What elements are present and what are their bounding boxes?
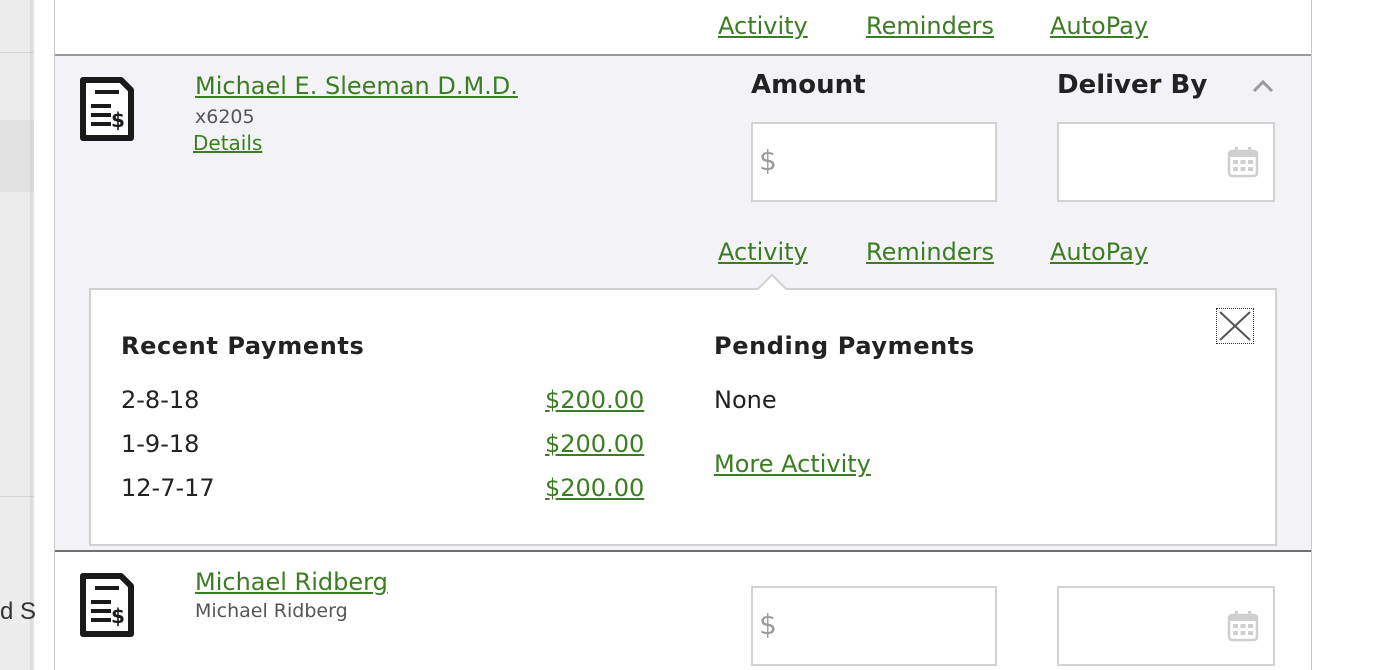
payees-list: Activity Reminders AutoPay $ Michael E. …	[54, 0, 1312, 670]
amount-field[interactable]: $	[751, 586, 997, 666]
payment-amount-link[interactable]: $200.00	[545, 474, 644, 502]
amount-input[interactable]	[787, 598, 987, 654]
reminders-link[interactable]: Reminders	[866, 12, 994, 40]
svg-text:$: $	[111, 108, 125, 132]
recent-payments-title: Recent Payments	[121, 332, 365, 360]
dollar-sign: $	[759, 144, 777, 177]
close-icon	[1219, 311, 1251, 341]
reminders-tab[interactable]: Reminders	[866, 238, 994, 266]
activity-panel: Recent Payments 2-8-18 $200.00 1-9-18 $2…	[89, 273, 1277, 546]
payment-date: 12-7-17	[121, 474, 215, 502]
payment-amount-link[interactable]: $200.00	[545, 430, 644, 458]
pending-none-text: None	[714, 386, 777, 414]
payment-date: 2-8-18	[121, 386, 200, 414]
more-activity-link[interactable]: More Activity	[714, 450, 871, 478]
bill-icon: $	[80, 573, 134, 637]
payee-account-number: x6205	[195, 106, 255, 128]
bill-icon: $	[80, 77, 134, 141]
deliver-by-field[interactable]	[1057, 586, 1275, 666]
amount-field[interactable]: $	[751, 122, 997, 202]
payee-name-link[interactable]: Michael Ridberg	[195, 568, 388, 596]
dollar-sign: $	[759, 608, 777, 641]
close-button[interactable]	[1216, 308, 1254, 344]
activity-tab[interactable]: Activity	[718, 238, 808, 266]
details-link[interactable]: Details	[193, 131, 262, 155]
deliver-by-input[interactable]	[1067, 134, 1217, 190]
payment-date: 1-9-18	[121, 430, 200, 458]
svg-text:$: $	[111, 604, 125, 628]
payee-name-link[interactable]: Michael E. Sleeman D.M.D.	[195, 72, 518, 100]
calendar-icon[interactable]	[1227, 146, 1259, 178]
autopay-link[interactable]: AutoPay	[1050, 12, 1148, 40]
background-page: d S	[0, 0, 36, 670]
background-divider	[0, 52, 34, 53]
payee-subtitle: Michael Ridberg	[195, 600, 348, 622]
amount-input[interactable]	[787, 134, 987, 190]
background-row-band	[0, 120, 34, 192]
popover-pointer	[756, 273, 788, 305]
deliver-by-header: Deliver By	[1057, 70, 1208, 100]
calendar-icon[interactable]	[1227, 610, 1259, 642]
chevron-up-icon[interactable]	[1251, 78, 1275, 94]
background-divider	[0, 496, 34, 497]
deliver-by-input[interactable]	[1067, 598, 1217, 654]
activity-link[interactable]: Activity	[718, 12, 808, 40]
deliver-by-field[interactable]	[1057, 122, 1275, 202]
autopay-tab[interactable]: AutoPay	[1050, 238, 1148, 266]
payees-panel: Activity Reminders AutoPay $ Michael E. …	[36, 0, 1390, 670]
payee-row-expanded: $ Michael E. Sleeman D.M.D. x6205 Detail…	[55, 54, 1311, 552]
amount-header: Amount	[751, 70, 866, 100]
pending-payments-title: Pending Payments	[714, 332, 975, 360]
payment-amount-link[interactable]: $200.00	[545, 386, 644, 414]
